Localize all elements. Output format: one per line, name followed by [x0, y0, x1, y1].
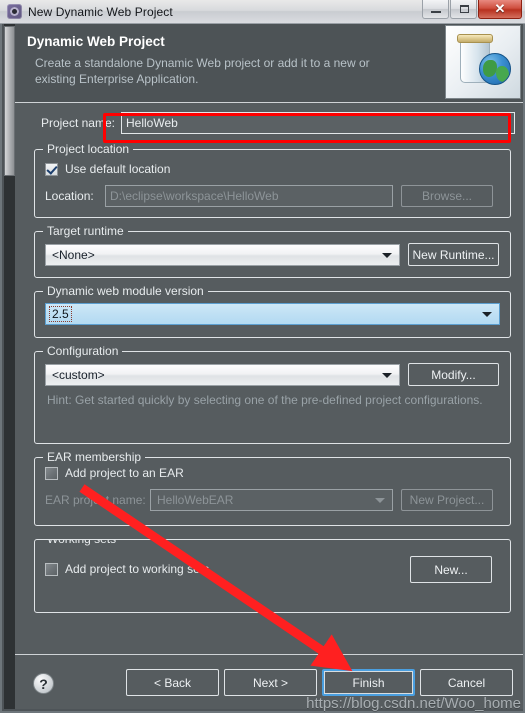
minimize-button[interactable]: [422, 0, 449, 19]
project-location-legend: Project location: [43, 142, 134, 156]
use-default-location-label: Use default location: [65, 162, 171, 176]
location-row: Location: D:\eclipse\workspace\HelloWeb …: [45, 185, 500, 207]
configuration-hint: Hint: Get started quickly by selecting o…: [47, 393, 483, 407]
add-to-working-sets-label: Add project to working sets: [65, 562, 210, 576]
window-title: New Dynamic Web Project: [28, 4, 173, 19]
ear-project-name-row: EAR project name: HelloWebEAR New Projec…: [45, 489, 500, 511]
configuration-group: Configuration <custom> Modify... Hint: G…: [34, 344, 511, 444]
wizard-banner: Dynamic Web Project Create a standalone …: [15, 24, 523, 103]
module-version-value: 2.5: [49, 306, 72, 322]
add-to-working-sets-row[interactable]: Add project to working sets: [45, 562, 209, 576]
use-default-location-row[interactable]: Use default location: [45, 162, 500, 176]
wizard-buttons: < Back Next > Finish Cancel: [121, 669, 513, 696]
project-name-row: Project name: HelloWeb: [15, 112, 523, 134]
cancel-button[interactable]: Cancel: [420, 669, 513, 696]
working-sets-group: Working sets Add project to working sets…: [34, 539, 511, 613]
ear-project-name-label: EAR project name:: [45, 493, 146, 507]
module-version-legend: Dynamic web module version: [43, 284, 208, 298]
add-project-to-ear-checkbox[interactable]: [45, 466, 58, 480]
ear-membership-inner: Add project to an EAR EAR project name: …: [35, 458, 510, 521]
location-label: Location:: [45, 189, 94, 203]
project-name-input[interactable]: HelloWeb: [121, 112, 515, 134]
add-project-to-ear-row[interactable]: Add project to an EAR: [45, 466, 500, 480]
finish-button[interactable]: Finish: [322, 669, 415, 696]
ear-project-name-value: HelloWebEAR: [157, 493, 234, 507]
chevron-down-icon: [382, 372, 392, 378]
ear-project-name-combo[interactable]: HelloWebEAR: [150, 489, 393, 511]
project-location-inner: Use default location Location: D:\eclips…: [35, 150, 510, 217]
chevron-down-icon: [382, 252, 392, 258]
modify-button[interactable]: Modify...: [408, 363, 499, 386]
eclipse-wizard-icon: [7, 4, 22, 19]
target-runtime-value: <None>: [52, 247, 95, 262]
configuration-inner: <custom> Modify... Hint: Get started qui…: [35, 352, 510, 418]
window-controls: ✕: [421, 0, 525, 24]
globe-icon: [479, 53, 511, 85]
minimize-icon: [431, 10, 441, 13]
add-to-working-sets-checkbox[interactable]: [45, 562, 58, 576]
project-name-label: Project name:: [40, 116, 115, 130]
working-sets-legend: Working sets: [43, 540, 121, 546]
configuration-combo[interactable]: <custom>: [45, 363, 400, 386]
vertical-scrollbar[interactable]: [4, 24, 15, 709]
new-project-button[interactable]: New Project...: [401, 489, 493, 511]
module-version-combo[interactable]: 2.5: [45, 303, 500, 325]
chevron-down-icon: [375, 498, 385, 503]
back-button[interactable]: < Back: [126, 669, 219, 696]
next-button[interactable]: Next >: [224, 669, 317, 696]
configuration-legend: Configuration: [43, 344, 123, 358]
add-project-to-ear-label: Add project to an EAR: [65, 466, 184, 480]
maximize-icon: [460, 4, 469, 13]
jar-lid-icon: [457, 34, 493, 43]
target-runtime-combo[interactable]: <None>: [45, 243, 400, 266]
browse-button[interactable]: Browse...: [401, 185, 493, 207]
close-button[interactable]: ✕: [478, 0, 522, 19]
watermark-text: https://blog.csdn.net/Woo_home: [306, 695, 521, 712]
dialog-content: Project name: HelloWeb Project location …: [15, 103, 523, 668]
location-input[interactable]: D:\eclipse\workspace\HelloWeb: [105, 185, 393, 207]
use-default-location-checkbox[interactable]: [45, 162, 58, 176]
target-runtime-inner: <None> New Runtime...: [35, 232, 510, 276]
working-sets-inner: Add project to working sets New...: [35, 540, 510, 593]
help-icon[interactable]: ?: [33, 673, 54, 694]
configuration-value: <custom>: [52, 367, 105, 382]
new-dynamic-web-project-dialog: New Dynamic Web Project ✕ Dynamic Web Pr…: [0, 0, 525, 713]
target-runtime-group: Target runtime <None> New Runtime...: [34, 224, 511, 278]
title-bar-left: New Dynamic Web Project: [0, 4, 421, 19]
new-runtime-button[interactable]: New Runtime...: [408, 243, 499, 266]
ear-membership-group: EAR membership Add project to an EAR EAR…: [34, 450, 511, 526]
module-version-inner: 2.5: [35, 292, 510, 335]
configuration-combo-row: <custom> Modify...: [45, 363, 500, 386]
ear-membership-legend: EAR membership: [43, 450, 146, 464]
window-title-bar: New Dynamic Web Project ✕: [0, 0, 525, 24]
new-working-set-button[interactable]: New...: [410, 556, 492, 583]
page-description: Create a standalone Dynamic Web project …: [35, 56, 370, 86]
target-runtime-legend: Target runtime: [43, 224, 128, 238]
dialog-body: Dynamic Web Project Create a standalone …: [15, 24, 523, 709]
chevron-down-icon: [482, 312, 492, 317]
scrollbar-thumb[interactable]: [4, 26, 15, 176]
module-version-group: Dynamic web module version 2.5: [34, 284, 511, 338]
maximize-button[interactable]: [450, 0, 477, 19]
jar-with-globe-icon: [445, 25, 521, 99]
project-location-group: Project location Use default location Lo…: [34, 142, 511, 218]
window-frame: Dynamic Web Project Create a standalone …: [0, 24, 525, 713]
close-icon: ✕: [494, 1, 506, 16]
